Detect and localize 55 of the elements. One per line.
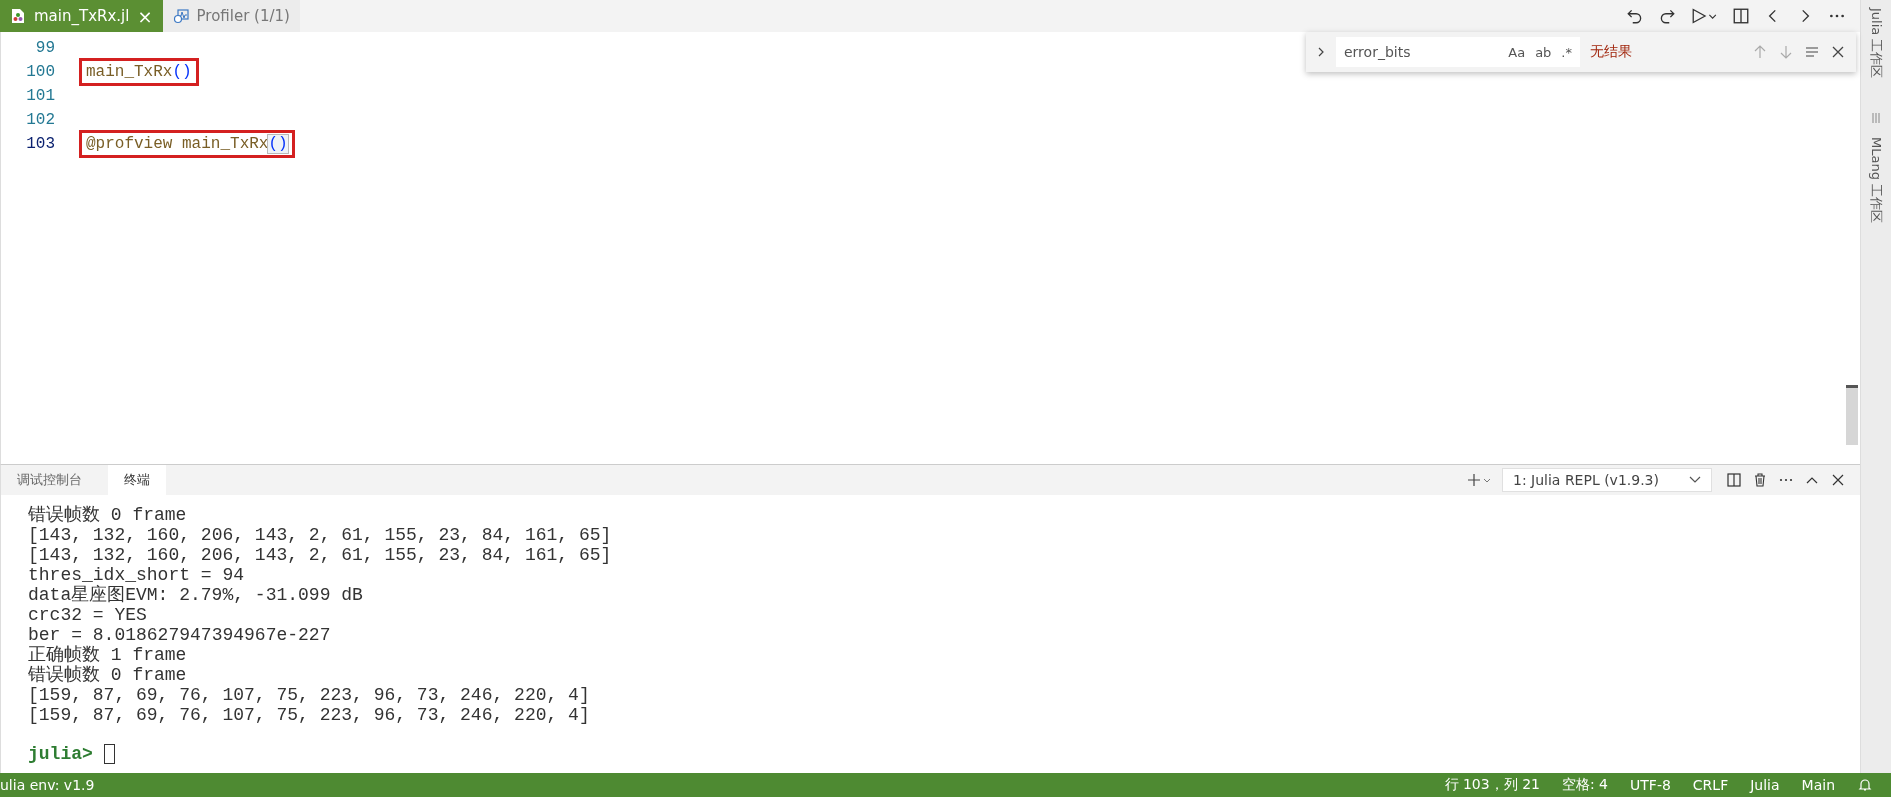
tab-label: main_TxRx.jl — [34, 7, 130, 25]
cursor — [103, 744, 115, 764]
profiler-icon — [172, 8, 189, 24]
run-dropdown-icon[interactable] — [1690, 7, 1718, 25]
status-item[interactable]: Julia — [1750, 777, 1780, 793]
close-icon[interactable]: × — [137, 5, 153, 27]
terminal-line: 错误帧数 0 frame — [28, 665, 188, 685]
grip-icon — [1871, 112, 1881, 124]
line-number: 102 — [25, 111, 55, 129]
status-item[interactable]: ulia env: v1.9 — [0, 777, 95, 793]
find-option[interactable]: Aa — [1508, 44, 1526, 60]
terminal-line: [143, 132, 160, 206, 143, 2, 61, 155, 23, 84, 161, 65] — [28, 545, 613, 565]
find-field[interactable]: error_bits Aa ab .* — [1336, 37, 1580, 67]
terminal-line: [159, 87, 69, 76, 107, 75, 223, 96, 73, 246, 220, 4] — [28, 705, 591, 725]
editor-tab[interactable]: main_TxRx.jl × — [0, 0, 163, 32]
split-editor-icon[interactable] — [1732, 7, 1750, 25]
line-number: 100 — [25, 63, 55, 81]
prompt: julia> — [28, 744, 93, 764]
find-option[interactable]: .* — [1561, 44, 1572, 60]
terminal-line: [143, 132, 160, 206, 143, 2, 61, 155, 23, 84, 161, 65] — [28, 525, 613, 545]
julia-file-icon — [10, 8, 26, 24]
terminal-select[interactable]: 1: Julia REPL (v1.9.3) — [1502, 468, 1712, 492]
terminal-line: data星座图EVM: 2.79%, -31.099 dB — [28, 585, 364, 605]
terminal-line: thres_idx_short = 94 — [28, 565, 246, 585]
terminal-line: ber = 8.018627947394967e-227 — [28, 625, 332, 645]
split-terminal-icon[interactable] — [1726, 472, 1742, 488]
terminal-line: [159, 87, 69, 76, 107, 75, 223, 96, 73, 246, 220, 4] — [28, 685, 591, 705]
undo-icon[interactable] — [1626, 7, 1644, 25]
terminal-line: 正确帧数 1 frame — [28, 645, 188, 665]
terminal-line: 错误帧数 0 frame — [28, 505, 188, 525]
terminal-line: crc32 = YES — [28, 605, 148, 625]
editor-tab[interactable]: Profiler (1/1) — [162, 0, 300, 32]
close-icon[interactable] — [1830, 44, 1846, 60]
redo-icon[interactable] — [1658, 7, 1676, 25]
line-number: 103 — [25, 135, 55, 153]
find-result: 无结果 — [1590, 43, 1633, 61]
status-item[interactable]: 行 103，列 21 — [1444, 776, 1540, 794]
panel-tab[interactable]: 调试控制台 — [1, 465, 98, 495]
trash-icon[interactable] — [1752, 472, 1768, 488]
tab-label: Profiler (1/1) — [196, 7, 290, 25]
find-option[interactable]: ab — [1535, 44, 1552, 60]
panel-tab[interactable]: 终端 — [108, 465, 166, 495]
chevron-down-icon — [1689, 476, 1701, 484]
side-panel-tab[interactable]: MLang 工作区 — [1867, 137, 1885, 224]
status-item[interactable]: Main — [1801, 777, 1835, 793]
close-icon[interactable] — [1830, 472, 1846, 488]
bell-icon[interactable] — [1857, 777, 1873, 793]
new-terminal-icon[interactable] — [1466, 472, 1492, 488]
side-panel-tab[interactable]: Julia 工作区 — [1867, 8, 1885, 79]
status-item[interactable]: CRLF — [1692, 777, 1729, 793]
status-item[interactable]: UTF-8 — [1630, 777, 1671, 793]
scrollbar[interactable] — [1846, 385, 1858, 445]
line-number: 99 — [34, 39, 55, 57]
line-number: 101 — [25, 87, 55, 105]
status-item[interactable]: 空格: 4 — [1561, 776, 1609, 794]
